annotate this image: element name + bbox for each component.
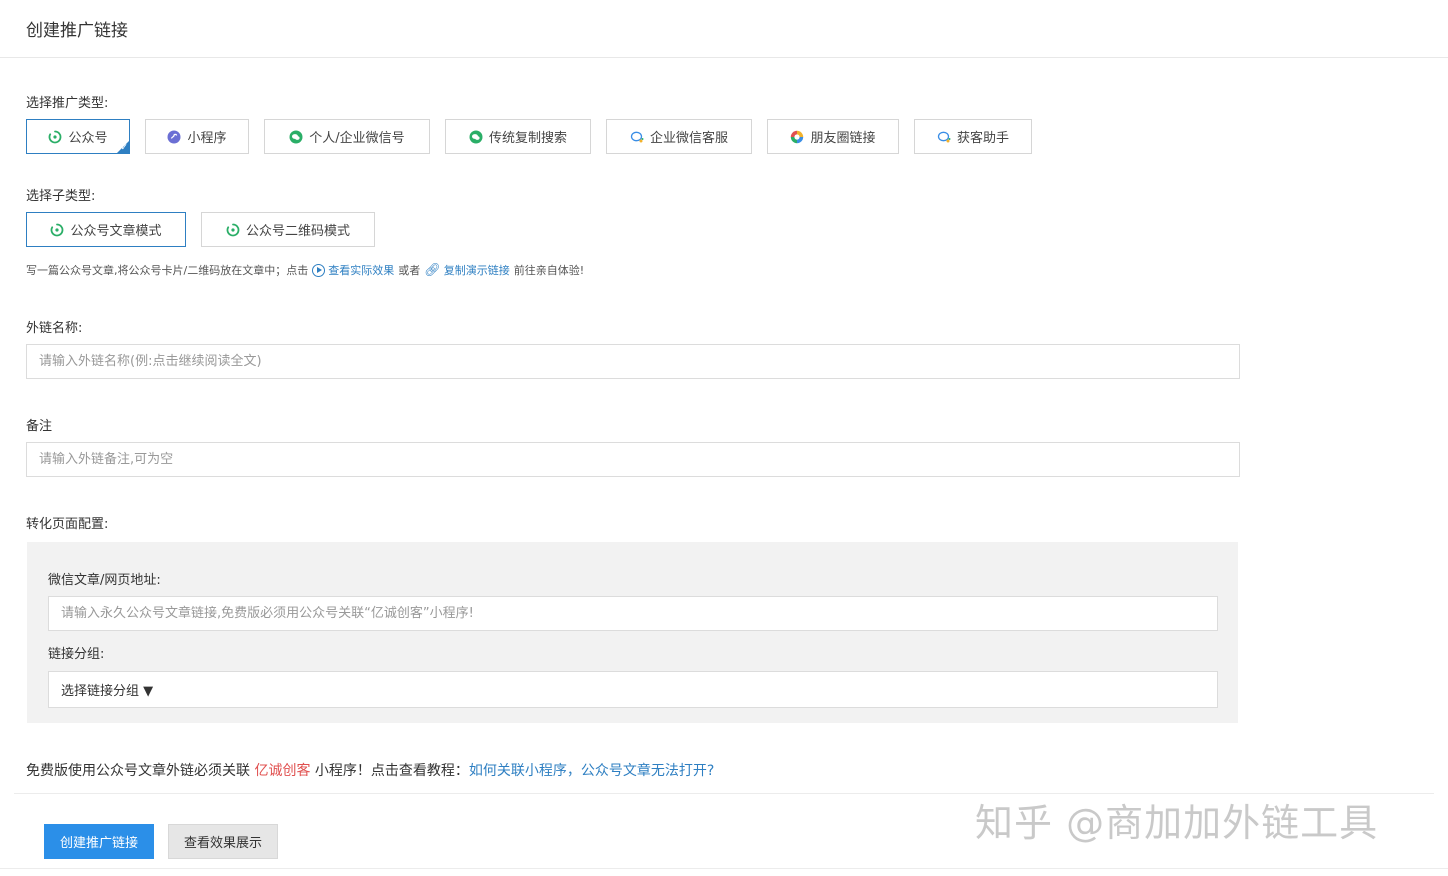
article-url-input[interactable]	[48, 596, 1218, 631]
sub-type-article-mode[interactable]: 公众号文章模式	[26, 212, 186, 247]
tutorial-link[interactable]: 如何关联小程序，公众号文章无法打开?	[469, 763, 714, 779]
remark-label: 备注	[26, 419, 53, 434]
promo-type-label-text: 小程序	[187, 131, 227, 146]
promo-type-customer-assistant[interactable]: 获客助手	[914, 119, 1032, 154]
promo-type-label-text: 获客助手	[956, 131, 1009, 146]
sub-type-label-text: 公众号文章模式	[70, 224, 162, 239]
notice-text: 免费版使用公众号文章外链必须关联	[26, 763, 250, 779]
sub-type-hint: 写一篇公众号文章,将公众号卡片/二维码放在文章中；点击 查看实际效果 或者 🔗︎…	[26, 262, 584, 278]
create-link-button[interactable]: 创建推广链接	[44, 824, 154, 859]
divider	[0, 868, 1448, 869]
article-url-label: 微信文章/网页地址:	[48, 573, 161, 588]
wechat-official-icon	[50, 223, 64, 237]
notice-text: 小程序！点击查看教程：	[314, 763, 469, 779]
wechat-icon	[469, 130, 483, 144]
moments-icon	[790, 130, 804, 144]
link-group-select[interactable]: 选择链接分组 ▼	[48, 671, 1218, 708]
view-preview-button[interactable]: 查看效果展示	[168, 824, 278, 859]
promo-type-wechat-id[interactable]: 个人/企业微信号	[264, 119, 430, 154]
promo-type-label-text: 企业微信客服	[649, 131, 728, 146]
promo-type-label-text: 传统复制搜索	[488, 131, 567, 146]
check-icon: ✓	[120, 143, 128, 153]
wecom-icon	[937, 130, 951, 144]
link-name-input[interactable]	[26, 344, 1240, 379]
link-name-label: 外链名称:	[26, 321, 83, 336]
promo-type-label-text: 朋友圈链接	[810, 131, 876, 146]
link-group-label: 链接分组:	[48, 647, 105, 662]
hint-text: 写一篇公众号文章,将公众号卡片/二维码放在文章中；点击	[26, 264, 309, 277]
link-group-select-value: 选择链接分组 ▼	[61, 684, 154, 699]
watermark: 知乎 @商加加外链工具	[975, 801, 1379, 845]
promo-type-wecom-service[interactable]: 企业微信客服	[606, 119, 752, 154]
view-effect-link[interactable]: 查看实际效果	[308, 262, 394, 278]
remark-input[interactable]	[26, 442, 1240, 477]
view-effect-link-text: 查看实际效果	[328, 264, 395, 277]
mini-program-icon	[167, 130, 181, 144]
promo-type-label: 选择推广类型:	[26, 96, 109, 111]
promo-type-label-text: 个人/企业微信号	[309, 131, 405, 146]
promo-type-label-text: 公众号	[68, 131, 108, 146]
free-version-notice: 免费版使用公众号文章外链必须关联 亿诚创客 小程序！点击查看教程：如何关联小程序…	[26, 760, 714, 780]
link-icon: 🔗︎	[424, 262, 441, 278]
wechat-official-icon	[48, 130, 62, 144]
conversion-config-label: 转化页面配置:	[26, 517, 109, 532]
promo-type-mini-program[interactable]: 小程序	[145, 119, 249, 154]
copy-demo-link[interactable]: 🔗︎ 复制演示链接	[420, 262, 510, 278]
promo-type-official-account[interactable]: 公众号 ✓	[26, 119, 130, 154]
brand-name: 亿诚创客	[254, 763, 311, 779]
promo-type-copy-search[interactable]: 传统复制搜索	[445, 119, 591, 154]
sub-type-label: 选择子类型:	[26, 189, 96, 204]
page-title: 创建推广链接	[26, 21, 128, 41]
wecom-icon	[630, 130, 644, 144]
wechat-official-icon	[226, 223, 240, 237]
promo-type-moments[interactable]: 朋友圈链接	[767, 119, 899, 154]
hint-text: 或者	[398, 264, 421, 277]
copy-demo-link-text: 复制演示链接	[443, 264, 510, 277]
sub-type-label-text: 公众号二维码模式	[245, 224, 350, 239]
play-icon	[312, 263, 326, 277]
page-header: 创建推广链接	[0, 0, 1448, 58]
wechat-icon	[289, 130, 303, 144]
conversion-config-panel: 微信文章/网页地址: 链接分组: 选择链接分组 ▼	[27, 542, 1238, 723]
hint-text: 前往亲自体验!	[513, 264, 585, 277]
sub-type-qrcode-mode[interactable]: 公众号二维码模式	[201, 212, 375, 247]
